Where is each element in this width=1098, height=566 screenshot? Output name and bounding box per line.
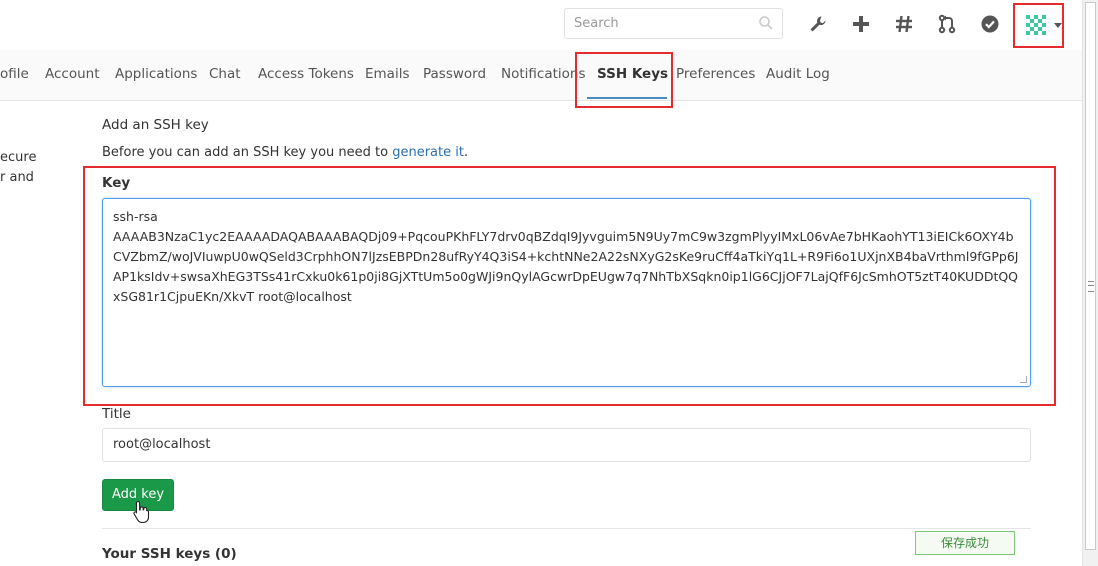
tab-applications[interactable]: Applications xyxy=(115,66,197,82)
wrench-icon[interactable] xyxy=(807,13,829,35)
hand-cursor-icon xyxy=(133,500,150,524)
plus-icon[interactable] xyxy=(850,13,872,35)
todo-check-icon[interactable] xyxy=(979,13,1001,35)
generate-it-link[interactable]: generate it xyxy=(392,145,464,160)
tab-password[interactable]: Password xyxy=(423,66,486,82)
key-line: xSG81r1CjpuEKn/XkvT root@localhost xyxy=(113,289,352,304)
profile-settings-nav: ofile Account Applications Chat Access T… xyxy=(0,50,1082,101)
merge-request-icon[interactable] xyxy=(936,13,958,35)
key-textarea[interactable]: ssh-rsa AAAAB3NzaC1yc2EAAAADAQABAAABAQDj… xyxy=(102,198,1031,387)
scrollbar-grip-icon xyxy=(1088,281,1094,292)
save-success-toast: 保存成功 xyxy=(915,531,1015,555)
resize-handle[interactable] xyxy=(1020,376,1027,383)
ssh-keys-list-heading: Your SSH keys (0) xyxy=(102,546,237,562)
title-label: Title xyxy=(102,406,131,422)
tab-access-tokens[interactable]: Access Tokens xyxy=(258,66,354,82)
tab-notifications[interactable]: Notifications xyxy=(501,66,586,82)
ssh-keys-tab-highlight xyxy=(575,52,673,108)
page-title: Add an SSH key xyxy=(102,117,209,133)
tab-preferences[interactable]: Preferences xyxy=(676,66,755,82)
key-line: AP1ksIdv+swsaXhEG3TSs41rCxku0k61p0ji8GjX… xyxy=(113,269,1019,284)
intro-text: Before you can add an SSH key you need t… xyxy=(102,145,468,160)
user-menu-highlight[interactable] xyxy=(1013,3,1064,48)
search-input[interactable] xyxy=(565,9,754,37)
sidebar-description-line: ecure xyxy=(0,150,37,165)
vertical-scrollbar[interactable] xyxy=(1082,0,1098,566)
tab-profile[interactable]: ofile xyxy=(0,66,29,82)
intro-text-body: Before you can add an SSH key you need t… xyxy=(102,145,393,160)
key-line: AAAAB3NzaC1yc2EAAAADAQABAAABAQDj09+Pqcou… xyxy=(113,229,1014,244)
tab-audit-log[interactable]: Audit Log xyxy=(766,66,830,82)
search-box[interactable] xyxy=(564,8,783,39)
key-line: ssh-rsa xyxy=(113,209,158,224)
tab-chat[interactable]: Chat xyxy=(209,66,241,82)
scrollbar-thumb[interactable] xyxy=(1085,2,1096,550)
hash-icon[interactable] xyxy=(893,13,915,35)
search-icon xyxy=(759,16,773,30)
intro-text-end: . xyxy=(463,145,469,160)
tab-emails[interactable]: Emails xyxy=(365,66,410,82)
title-input[interactable]: root@localhost xyxy=(102,428,1031,462)
section-divider xyxy=(102,528,1031,529)
user-avatar[interactable] xyxy=(1023,12,1049,38)
top-navbar xyxy=(0,0,1082,50)
sidebar-description-line: r and xyxy=(0,170,34,185)
chevron-down-icon[interactable] xyxy=(1054,23,1062,28)
key-line: CVZbmZ/woJVIuwpU0wQSeld3CrphhON7lJzsEBPD… xyxy=(113,249,1019,264)
key-label: Key xyxy=(102,175,131,191)
tab-account[interactable]: Account xyxy=(45,66,100,82)
